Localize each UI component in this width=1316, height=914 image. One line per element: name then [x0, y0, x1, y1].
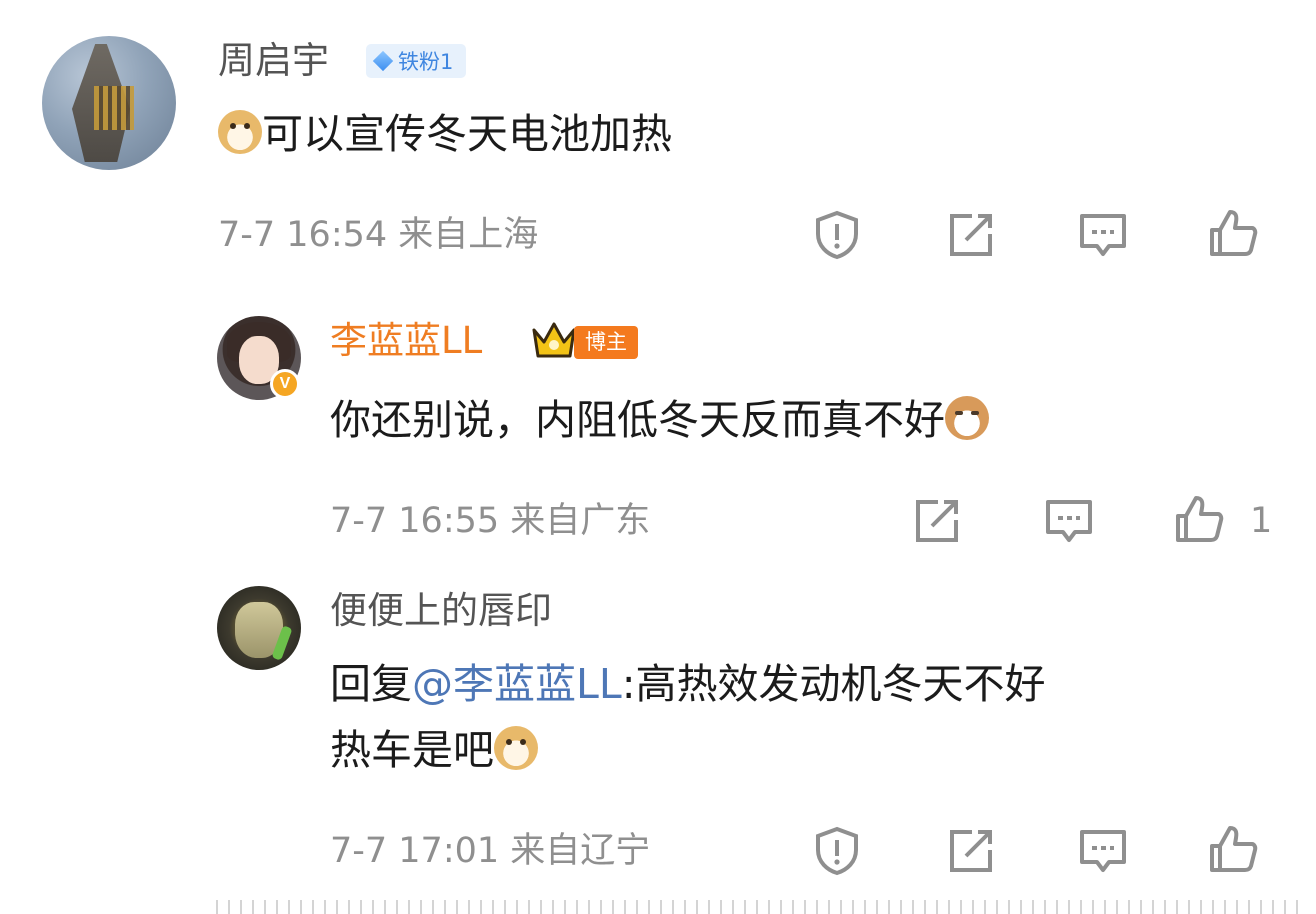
reply-text-line2: 热车是吧: [330, 726, 538, 775]
bottom-edge-pattern: [216, 900, 1306, 914]
share-icon[interactable]: [944, 208, 998, 262]
share-icon[interactable]: [910, 494, 964, 548]
like-count: 1: [1250, 501, 1273, 541]
reply-location: 来自广东: [510, 501, 651, 541]
fan-badge-label: 铁粉1: [398, 50, 454, 74]
report-icon[interactable]: [810, 208, 864, 262]
reply-date: 7-7 17:01: [330, 831, 500, 871]
like-icon[interactable]: [1206, 822, 1260, 876]
reply-text: 你还别说，内阻低冬天反而真不好: [330, 396, 989, 445]
crown-icon: [530, 318, 578, 362]
reply-meta: 7-7 17:01 来自辽宁: [330, 834, 650, 869]
reply-location: 来自辽宁: [510, 831, 651, 871]
comment-meta: 7-7 16:54 来自上海: [218, 218, 538, 253]
comment-icon[interactable]: [1042, 494, 1096, 548]
reply-username[interactable]: 便便上的唇印: [330, 592, 552, 629]
reply-prefix: 回复: [330, 660, 412, 708]
doge-emoji-icon: [218, 110, 262, 154]
avatar-bianbian[interactable]: [217, 586, 301, 670]
reply-date: 7-7 16:55: [330, 501, 500, 541]
fan-badge[interactable]: 铁粉1: [366, 44, 466, 78]
reply-text-content-2: 热车是吧: [330, 726, 494, 774]
comment-text-content: 可以宣传冬天电池加热: [262, 110, 672, 158]
comment-text: 可以宣传冬天电池加热: [218, 110, 672, 159]
verified-badge: V: [270, 369, 300, 399]
cat-emoji-icon: [945, 396, 989, 440]
jet-detail: [94, 86, 134, 130]
diamond-icon: [372, 50, 394, 72]
reply-text-line1: 回复@李蓝蓝LL:高热效发动机冬天不好: [330, 660, 1046, 709]
reply-username[interactable]: 李蓝蓝LL: [330, 322, 482, 359]
comment-date: 7-7 16:54: [218, 215, 388, 255]
comment-icon[interactable]: [1076, 208, 1130, 262]
report-icon[interactable]: [810, 824, 864, 878]
avatar-zhouqiyu[interactable]: [42, 36, 176, 170]
reply-text-content: :高热效发动机冬天不好: [621, 660, 1046, 708]
blogger-badge: 博主: [574, 326, 638, 359]
comment-icon[interactable]: [1076, 824, 1130, 878]
reply-meta: 7-7 16:55 来自广东: [330, 504, 650, 539]
share-icon[interactable]: [944, 824, 998, 878]
reply-text-content: 你还别说，内阻低冬天反而真不好: [330, 396, 945, 444]
like-icon[interactable]: [1206, 206, 1260, 260]
mention-link[interactable]: @李蓝蓝LL: [412, 660, 622, 708]
comment-username[interactable]: 周启宇: [218, 42, 329, 79]
like-icon[interactable]: [1172, 492, 1226, 546]
doge-emoji-icon: [494, 726, 538, 770]
comment-location: 来自上海: [398, 215, 539, 255]
